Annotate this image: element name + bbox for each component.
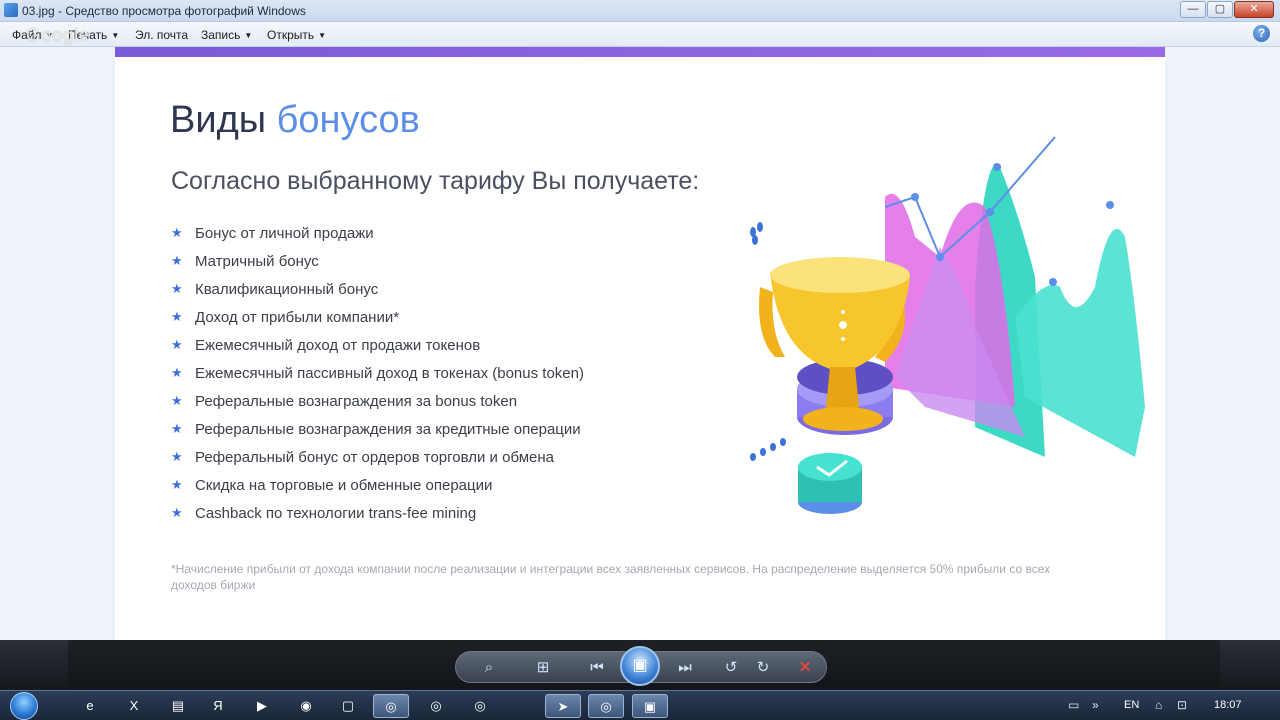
bonus-label: Реферальный бонус от ордеров торговли и … [195, 448, 554, 466]
yandex-icon[interactable]: Я [200, 694, 236, 718]
slide-top-stripe [115, 47, 1165, 57]
chart-point [986, 208, 994, 216]
star-icon: ★ [171, 309, 183, 324]
trophy-chart-illustration [750, 136, 1145, 514]
slide-image: Виды бонусов Согласно выбранному тарифу … [115, 47, 1165, 640]
tray-app-icon[interactable]: ⌂ [1155, 698, 1162, 712]
bonus-item: ★ Доход от прибыли компании* [171, 303, 584, 331]
bonus-item: ★ Реферальный бонус от ордеров торговли и… [171, 443, 584, 471]
next-icon[interactable]: ⏭ [672, 656, 698, 680]
fit-window-icon[interactable]: ⊞ [530, 656, 556, 680]
menu-burn[interactable]: Запись ▼ [201, 28, 252, 42]
language-indicator[interactable]: EN [1124, 699, 1139, 711]
chevron-down-icon: ▼ [244, 31, 253, 40]
taskbar: e X ▤ Я ▶ ◉ ▢ ◎ ◎ ◎ ➤ ◎ ▣ ▭ » EN ⌂ ⊡ 18:07 [0, 690, 1280, 720]
clock[interactable]: 18:07 [1214, 699, 1242, 711]
magnifier-icon[interactable]: ⌕ [476, 656, 502, 680]
menu-email[interactable]: Эл. почта [135, 28, 188, 42]
window-title-bar: 03.jpg - Средство просмотра фотографий W… [0, 0, 1280, 22]
rotate-cw-icon[interactable]: ↻ [750, 656, 776, 680]
bonus-item: ★ Бонус от личной продажи [171, 219, 584, 247]
star-icon: ★ [171, 253, 183, 268]
network-icon[interactable]: ⊡ [1177, 698, 1187, 712]
firefox-icon[interactable]: ◉ [288, 694, 324, 718]
window-icon[interactable]: ▢ [330, 694, 366, 718]
bonus-label: Доход от прибыли компании* [195, 308, 400, 326]
star-icon: ★ [171, 421, 183, 436]
notepad-icon[interactable]: ▤ [160, 694, 196, 718]
window-title: 03.jpg - Средство просмотра фотографий W… [22, 4, 306, 18]
bonus-list: ★ Бонус от личной продажи ★ Матричный бонус… [171, 219, 584, 527]
chrome-icon[interactable]: ◎ [588, 694, 624, 718]
chevron-down-icon: ▼ [318, 31, 327, 40]
slideshow-icon[interactable]: ▣ [620, 646, 660, 686]
bonus-label: Cashback по технологии trans-fee mining [195, 504, 477, 522]
star-icon: ★ [171, 225, 183, 240]
bonus-item: ★ Матричный бонус [171, 247, 584, 275]
photo-viewer-icon[interactable]: ▣ [632, 694, 668, 718]
star-icon: ★ [171, 505, 183, 520]
maximize-button[interactable]: ▢ [1207, 1, 1233, 18]
bonus-item: ★ Скидка на торговые и обменные операции [171, 471, 584, 499]
chart-point [1049, 278, 1057, 286]
help-icon[interactable]: ? [1253, 25, 1270, 42]
window-controls: — ▢ ✕ [1180, 1, 1274, 18]
star-icon: ★ [171, 281, 183, 296]
bonus-label: Бонус от личной продажи [195, 224, 374, 242]
bonus-item: ★ Ежемесячный пассивный доход в токенах (… [171, 359, 584, 387]
windows-logo-icon [10, 692, 38, 720]
bonus-label: Матричный бонус [195, 252, 319, 270]
viewer-control-bar: ⌕ ⊞ ⏮ ▣ ⏭ ↺ ↻ ✕ [0, 640, 1280, 690]
menu-open[interactable]: Открыть ▼ [267, 28, 326, 42]
footnote: *Начисление прибыли от дохода компании п… [171, 562, 1051, 592]
photo-viewer-icon [4, 3, 18, 17]
excel-icon[interactable]: X [116, 694, 152, 718]
delete-icon[interactable]: ✕ [792, 656, 818, 680]
folder-icon[interactable]: ▭ [1068, 698, 1079, 712]
previous-icon[interactable]: ⏮ [584, 656, 610, 680]
star-icon: ★ [171, 477, 183, 492]
telegram-icon[interactable]: ➤ [545, 694, 581, 718]
chart-point [911, 193, 919, 201]
chrome-icon[interactable]: ◎ [373, 694, 409, 718]
bonus-item: ★ Реферальные вознаграждения за bonus tok… [171, 387, 584, 415]
bonus-label: Реферальные вознаграждения за bonus toke… [195, 392, 518, 410]
chart-point [993, 163, 1001, 171]
star-icon: ★ [171, 365, 183, 380]
bonus-label: Квалификационный бонус [195, 280, 379, 298]
bonus-label: Ежемесячный пассивный доход в токенах (b… [195, 364, 584, 382]
chrome-icon[interactable]: ◎ [418, 694, 454, 718]
menu-bar: Файл ▼ Печать ▼ Эл. почта Запись ▼ Открыть ▼… [0, 22, 1280, 47]
internet-explorer-icon[interactable]: e [72, 694, 108, 718]
chart-point [1106, 201, 1114, 209]
rotate-ccw-icon[interactable]: ↺ [718, 656, 744, 680]
start-button[interactable] [4, 691, 44, 720]
star-icon: ★ [171, 449, 183, 464]
chrome-icon[interactable]: ◎ [462, 694, 498, 718]
bonus-label: Ежемесячный доход от продажи токенов [195, 336, 481, 354]
minimize-button[interactable]: — [1180, 1, 1206, 18]
bonus-label: Скидка на торговые и обменные операции [195, 476, 493, 494]
watermark-text: Google [26, 25, 91, 45]
bonus-item: ★ Реферальные вознаграждения за кредитные… [171, 415, 584, 443]
star-icon: ★ [171, 337, 183, 352]
close-button[interactable]: ✕ [1234, 1, 1274, 18]
bonus-item: ★ Квалификационный бонус [171, 275, 584, 303]
slide-subtitle: Согласно выбранному тарифу Вы получаете: [171, 167, 700, 195]
image-viewport: Виды бонусов Согласно выбранному тарифу … [0, 47, 1280, 640]
tray-expand-icon[interactable]: » [1092, 698, 1099, 712]
viewer-controls: ⌕ ⊞ ⏮ ▣ ⏭ ↺ ↻ ✕ [455, 646, 827, 686]
bonus-label: Реферальные вознаграждения за кредитные … [195, 420, 581, 438]
chevron-down-icon: ▼ [111, 31, 120, 40]
bonus-item: ★ Ежемесячный доход от продажи токенов [171, 331, 584, 359]
chart-point [936, 253, 944, 261]
media-player-icon[interactable]: ▶ [244, 694, 280, 718]
bonus-item: ★ Cashback по технологии trans-fee mining [171, 499, 584, 527]
slide-title: Виды бонусов [170, 99, 420, 141]
star-icon: ★ [171, 393, 183, 408]
